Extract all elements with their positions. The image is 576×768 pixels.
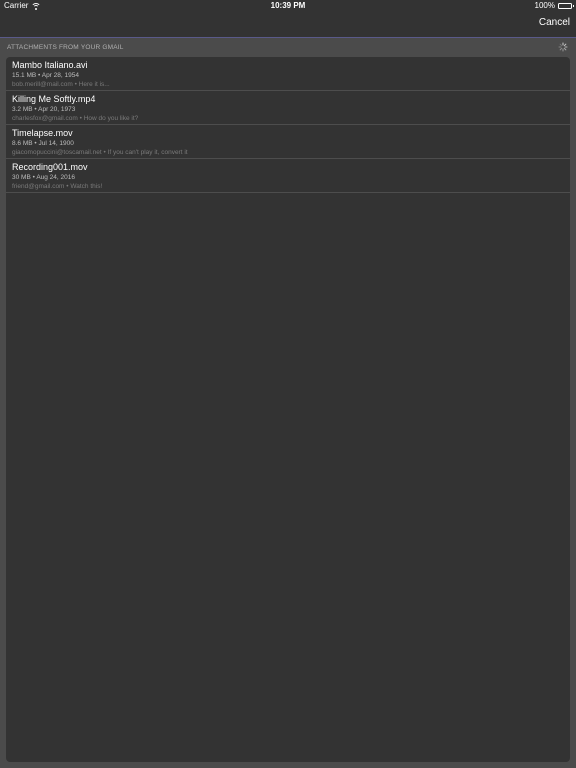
battery-percent: 100%: [534, 1, 555, 10]
attachment-sender: friend@gmail.com • Watch this!: [12, 183, 103, 190]
attachment-item[interactable]: Mambo Italiano.avi 15.1 MB • Apr 28, 195…: [6, 57, 570, 91]
attachment-sender: charlesfox@gmail.com • How do you like i…: [12, 115, 139, 122]
attachment-item[interactable]: Timelapse.mov 8.6 MB • Jul 14, 1900 giac…: [6, 125, 570, 159]
section-header: ATTACHMENTS FROM YOUR GMAIL: [7, 44, 124, 51]
loading-spinner-icon: [558, 42, 568, 52]
attachment-meta: 15.1 MB • Apr 28, 1954: [12, 72, 79, 79]
battery-icon: [558, 3, 574, 9]
attachment-meta: 8.6 MB • Jul 14, 1900: [12, 140, 74, 147]
navigation-bar: Cancel: [0, 12, 576, 38]
attachments-list: Mambo Italiano.avi 15.1 MB • Apr 28, 195…: [6, 57, 570, 762]
attachment-meta: 30 MB • Aug 24, 2016: [12, 174, 75, 181]
attachment-sender: giacomopuccini@toscamail.net • If you ca…: [12, 149, 188, 156]
attachment-item[interactable]: Recording001.mov 30 MB • Aug 24, 2016 fr…: [6, 159, 570, 193]
attachment-sender: bob.merill@mail.com • Here it is...: [12, 81, 110, 88]
attachment-item[interactable]: Killing Me Softly.mp4 3.2 MB • Apr 20, 1…: [6, 91, 570, 125]
status-right: 100%: [534, 0, 574, 12]
attachment-name: Mambo Italiano.avi: [12, 60, 88, 70]
attachment-name: Timelapse.mov: [12, 128, 73, 138]
status-time: 10:39 PM: [270, 1, 306, 10]
cancel-button[interactable]: Cancel: [539, 17, 570, 28]
attachment-meta: 3.2 MB • Apr 20, 1973: [12, 106, 76, 113]
attachment-name: Recording001.mov: [12, 162, 88, 172]
attachment-name: Killing Me Softly.mp4: [12, 94, 96, 104]
status-bar: Carrier 10:39 PM 100%: [0, 0, 576, 12]
